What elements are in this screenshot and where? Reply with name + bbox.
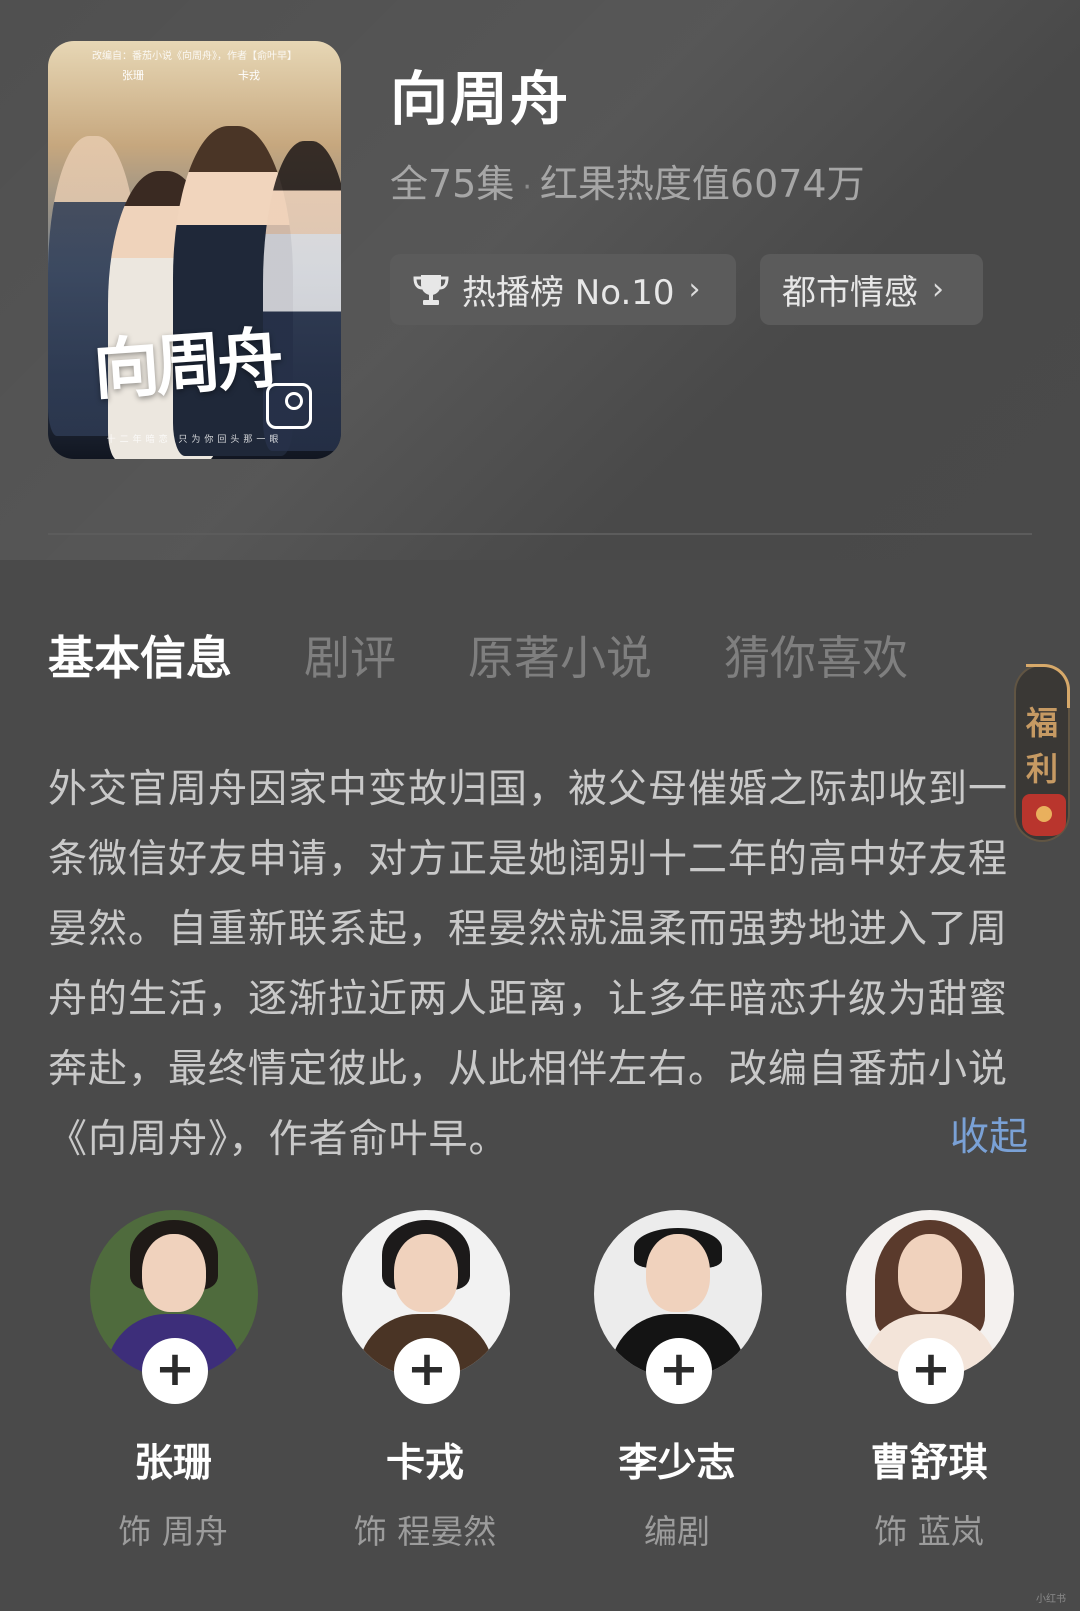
poster-logo: 向周舟 xyxy=(90,318,282,410)
genre-label: 都市情感 xyxy=(782,273,918,313)
genre-chip[interactable]: 都市情感 › xyxy=(760,254,983,325)
section-divider xyxy=(48,533,1032,535)
trophy-icon xyxy=(413,274,449,305)
cast-role: 编剧 xyxy=(644,1512,710,1551)
watermark: 小红书 xyxy=(1036,1594,1066,1605)
chevron-right-icon: › xyxy=(688,272,701,307)
cast-name: 李少志 xyxy=(618,1441,736,1486)
drama-meta: 全75集 · 红果热度值6074万 xyxy=(390,153,865,208)
hot-rank-label: 热播榜 No.10 xyxy=(462,273,675,313)
detail-tabs: 基本信息 剧评 原著小说 猜你喜欢 xyxy=(48,622,980,688)
poster-tagline: 十二年暗恋 只为你回头那一眼 xyxy=(106,435,283,445)
drama-poster[interactable]: 改编自：番茄小说《向周舟》，作者【俞叶早】 张珊 卡戎 向周舟 十二年暗恋 只为… xyxy=(48,41,341,459)
welfare-widget[interactable]: 福利 xyxy=(1014,664,1070,842)
follow-plus-icon[interactable]: + xyxy=(646,1338,712,1404)
poster-top-line: 改编自：番茄小说《向周舟》，作者【俞叶早】 xyxy=(92,51,297,62)
chevron-right-icon: › xyxy=(932,272,944,307)
red-packet-icon xyxy=(1022,794,1066,836)
follow-plus-icon[interactable]: + xyxy=(898,1338,964,1404)
meta-separator: · xyxy=(522,170,532,205)
cast-role: 饰 程晏然 xyxy=(353,1512,497,1551)
cast-role: 饰 蓝岚 xyxy=(874,1512,984,1551)
poster-cast-left: 张珊 xyxy=(122,69,144,82)
cast-name: 张珊 xyxy=(133,1441,212,1486)
hot-rank-chip[interactable]: 热播榜 No.10 › xyxy=(390,254,736,325)
cast-list: + 张珊 饰 周舟 + 卡戎 饰 程晏然 + 李少志 编剧 + 曹舒琪 饰 蓝岚 xyxy=(0,1210,1080,1551)
cast-name: 卡戎 xyxy=(385,1441,464,1486)
follow-plus-icon[interactable]: + xyxy=(394,1338,460,1404)
collapse-link[interactable]: 收起 xyxy=(950,1106,1028,1162)
poster-brand-icon xyxy=(266,383,312,429)
poster-cast-right: 卡戎 xyxy=(238,69,260,82)
cast-name: 曹舒琪 xyxy=(870,1441,988,1486)
follow-plus-icon[interactable]: + xyxy=(142,1338,208,1404)
tab-basic-info[interactable]: 基本信息 xyxy=(48,622,232,688)
welfare-label: 福利 xyxy=(1025,704,1058,788)
drama-title: 向周舟 xyxy=(390,65,571,133)
tab-recommendations[interactable]: 猜你喜欢 xyxy=(724,622,908,688)
heat-value: 红果热度值6074万 xyxy=(539,162,865,206)
episode-count: 全75集 xyxy=(390,162,515,206)
tab-original-novel[interactable]: 原著小说 xyxy=(468,622,652,688)
drama-synopsis: 外交官周舟因家中变故归国，被父母催婚之际却收到一条微信好友申请，对方正是她阔别十… xyxy=(48,767,1009,1162)
tab-reviews[interactable]: 剧评 xyxy=(304,622,396,688)
cast-role: 饰 周舟 xyxy=(118,1512,228,1551)
